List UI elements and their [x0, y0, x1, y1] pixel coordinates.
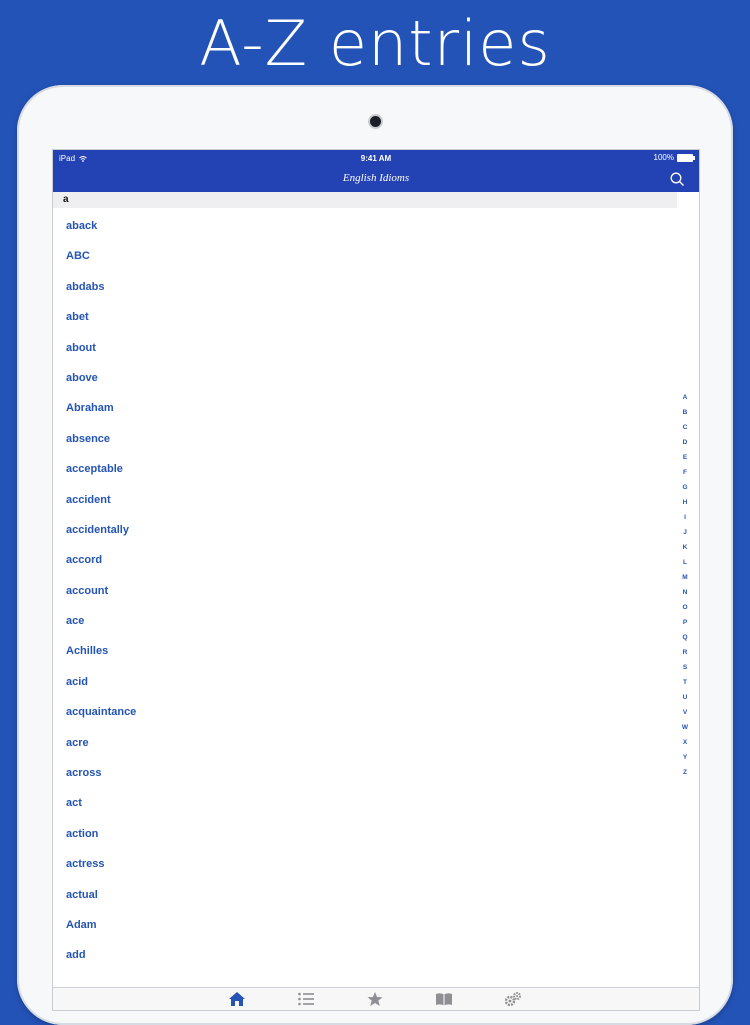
list-icon[interactable]: [297, 991, 315, 1007]
list-item[interactable]: acceptable: [53, 451, 677, 481]
star-icon[interactable]: [366, 991, 384, 1007]
status-bar: iPad 9:41 AM 100%: [53, 150, 699, 167]
section-letter: a: [63, 194, 69, 205]
index-letter[interactable]: W: [679, 720, 691, 735]
list-item[interactable]: across: [53, 755, 677, 785]
entry-label: Achilles: [66, 645, 109, 658]
entry-label: about: [66, 341, 96, 354]
entry-label: abdabs: [66, 280, 105, 293]
entry-label: above: [66, 371, 98, 384]
entry-label: action: [66, 827, 99, 840]
list-item[interactable]: actress: [53, 846, 677, 876]
index-letter[interactable]: J: [679, 525, 691, 540]
index-letter[interactable]: R: [679, 645, 691, 660]
alphabet-index: ABCDEFGHIJKLMNOPQRSTUVWXYZ: [679, 390, 691, 780]
battery-icon: [677, 153, 695, 162]
section-header: a: [53, 192, 677, 208]
list-item[interactable]: above: [53, 360, 677, 390]
entry-label: acre: [66, 736, 89, 749]
nav-title: English Idioms: [342, 172, 410, 184]
list-item[interactable]: acid: [53, 664, 677, 694]
index-letter[interactable]: Y: [679, 750, 691, 765]
battery-percent: 100%: [653, 153, 674, 162]
entry-label: acid: [66, 675, 89, 688]
list-item[interactable]: acquaintance: [53, 694, 677, 724]
list-item[interactable]: Abraham: [53, 390, 677, 420]
list-item[interactable]: action: [53, 816, 677, 846]
gears-icon[interactable]: [504, 991, 522, 1007]
entry-label: Abraham: [66, 402, 114, 415]
entry-label: actual: [66, 888, 98, 901]
entry-label: account: [66, 584, 109, 597]
promo-headline: A-Z entries: [199, 7, 551, 80]
index-letter[interactable]: V: [679, 705, 691, 720]
entry-label: accord: [66, 554, 103, 567]
book-icon[interactable]: [435, 991, 453, 1007]
index-letter[interactable]: D: [679, 435, 691, 450]
index-letter[interactable]: B: [679, 405, 691, 420]
tab-bar: [53, 987, 699, 1010]
list-item[interactable]: abet: [53, 299, 677, 329]
index-letter[interactable]: A: [679, 390, 691, 405]
search-icon[interactable]: [669, 171, 685, 187]
entry-label: absence: [66, 432, 111, 445]
entry-label: actress: [66, 858, 105, 871]
index-letter[interactable]: I: [679, 510, 691, 525]
list-item[interactable]: Adam: [53, 907, 677, 937]
index-letter[interactable]: L: [679, 555, 691, 570]
list-item[interactable]: Achilles: [53, 633, 677, 663]
list-item[interactable]: ace: [53, 603, 677, 633]
entry-label: add: [66, 949, 86, 962]
entry-label: ace: [66, 615, 85, 628]
index-letter[interactable]: U: [679, 690, 691, 705]
index-letter[interactable]: X: [679, 735, 691, 750]
entry-label: across: [66, 767, 102, 780]
entry-label: accidentally: [66, 523, 129, 536]
entry-label: acquaintance: [66, 706, 137, 719]
index-letter[interactable]: Z: [679, 765, 691, 780]
navigation-bar: English Idioms: [53, 167, 699, 192]
list-item[interactable]: account: [53, 573, 677, 603]
entry-label: aback: [66, 220, 98, 232]
index-letter[interactable]: Q: [679, 630, 691, 645]
app-screen: iPad 9:41 AM 100% English Idioms a aback…: [52, 149, 700, 1011]
index-letter[interactable]: F: [679, 465, 691, 480]
entry-label: abet: [66, 311, 89, 324]
list-item[interactable]: act: [53, 785, 677, 815]
entry-label: Adam: [66, 918, 97, 931]
list-item[interactable]: acre: [53, 725, 677, 755]
list-item[interactable]: accord: [53, 542, 677, 572]
list-item[interactable]: abdabs: [53, 269, 677, 299]
index-letter[interactable]: T: [679, 675, 691, 690]
index-letter[interactable]: G: [679, 480, 691, 495]
status-time: 9:41 AM: [360, 154, 392, 163]
list-item[interactable]: about: [53, 330, 677, 360]
index-letter[interactable]: E: [679, 450, 691, 465]
home-icon[interactable]: [228, 991, 246, 1007]
list-item[interactable]: add: [53, 937, 677, 967]
index-letter[interactable]: H: [679, 495, 691, 510]
list-item[interactable]: aback: [53, 208, 677, 238]
status-right: 100%: [653, 153, 695, 162]
index-letter[interactable]: S: [679, 660, 691, 675]
index-letter[interactable]: M: [679, 570, 691, 585]
list-item[interactable]: ABC: [53, 238, 677, 268]
list-item[interactable]: actual: [53, 877, 677, 907]
index-letter[interactable]: O: [679, 600, 691, 615]
list-item[interactable]: accidentally: [53, 512, 677, 542]
entry-label: ABC: [66, 250, 90, 263]
entry-list: aback ABC abdabs abet about above Abraham absen…: [53, 208, 677, 968]
entry-label: acceptable: [66, 463, 123, 476]
entry-label: act: [66, 797, 82, 810]
list-item[interactable]: accident: [53, 482, 677, 512]
index-letter[interactable]: K: [679, 540, 691, 555]
index-letter[interactable]: C: [679, 420, 691, 435]
ipad-frame: iPad 9:41 AM 100% English Idioms a aback…: [17, 85, 733, 1025]
index-letter[interactable]: N: [679, 585, 691, 600]
entry-label: accident: [66, 493, 111, 506]
index-letter[interactable]: P: [679, 615, 691, 630]
list-item[interactable]: absence: [53, 421, 677, 451]
camera-icon: [370, 116, 381, 127]
